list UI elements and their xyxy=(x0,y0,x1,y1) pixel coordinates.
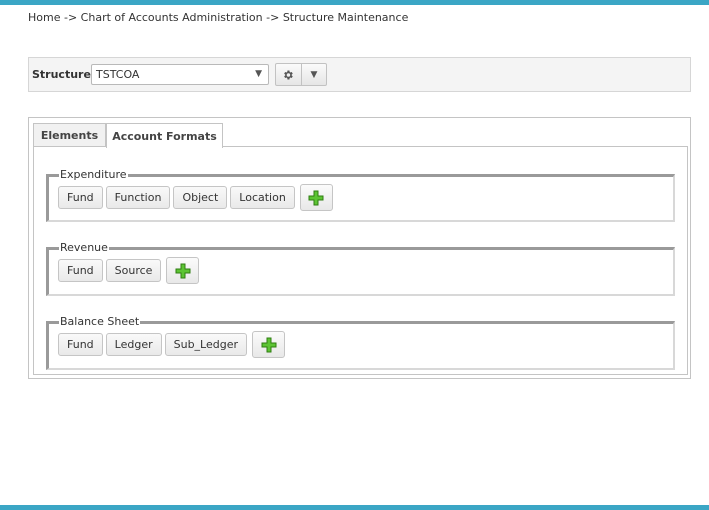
segment-button[interactable]: Fund xyxy=(58,259,103,282)
format-group-title: Revenue xyxy=(59,241,109,255)
format-group-revenue: Revenue Fund Source xyxy=(46,241,675,296)
segment-button[interactable]: Fund xyxy=(58,333,103,356)
breadcrumb-separator: -> xyxy=(262,11,283,24)
format-group-title: Balance Sheet xyxy=(59,315,141,329)
breadcrumb-chart-of-accounts[interactable]: Chart of Accounts Administration xyxy=(81,11,263,24)
bottom-accent-bar xyxy=(0,505,709,510)
gear-icon xyxy=(284,70,294,79)
plus-icon xyxy=(261,337,277,352)
tab-elements[interactable]: Elements xyxy=(33,123,106,147)
structure-actions-group: ▼ xyxy=(275,63,327,86)
top-accent-bar xyxy=(0,0,709,5)
breadcrumb-current: Structure Maintenance xyxy=(282,11,409,24)
segment-button[interactable]: Object xyxy=(173,186,228,209)
add-segment-button[interactable] xyxy=(166,257,200,284)
tab-container: Elements Account Formats Expenditure Fun… xyxy=(28,117,691,379)
add-segment-button[interactable] xyxy=(252,331,286,358)
actions-menu-button[interactable]: ▼ xyxy=(300,64,326,85)
settings-button[interactable] xyxy=(276,64,301,85)
segment-button[interactable]: Fund xyxy=(58,186,103,209)
structure-selected-value: TSTCOA xyxy=(96,68,140,81)
breadcrumb-home[interactable]: Home xyxy=(28,11,60,24)
plus-icon xyxy=(308,190,324,205)
plus-icon xyxy=(175,263,191,278)
dropdown-arrow-icon: ▼ xyxy=(255,69,262,79)
breadcrumb: Home -> Chart of Accounts Administration… xyxy=(28,11,408,24)
structure-panel: Structure: TSTCOA ▼ ▼ xyxy=(28,57,691,92)
caret-down-icon: ▼ xyxy=(310,69,318,80)
segment-button[interactable]: Source xyxy=(105,259,162,282)
format-group-title: Expenditure xyxy=(59,168,128,182)
segment-button[interactable]: Location xyxy=(230,186,295,209)
structure-label: Structure: xyxy=(32,68,96,81)
account-formats-panel: Expenditure Fund Function Object Locatio… xyxy=(33,146,688,375)
format-group-expenditure: Expenditure Fund Function Object Locatio… xyxy=(46,168,675,222)
tab-account-formats[interactable]: Account Formats xyxy=(106,123,223,148)
breadcrumb-separator: -> xyxy=(60,11,81,24)
format-group-balance-sheet: Balance Sheet Fund Ledger Sub_Ledger xyxy=(46,315,675,370)
add-segment-button[interactable] xyxy=(299,184,333,211)
structure-select[interactable]: TSTCOA ▼ xyxy=(91,64,269,85)
segment-button[interactable]: Sub_Ledger xyxy=(164,333,248,356)
segment-button[interactable]: Function xyxy=(105,186,171,209)
segment-button[interactable]: Ledger xyxy=(105,333,162,356)
